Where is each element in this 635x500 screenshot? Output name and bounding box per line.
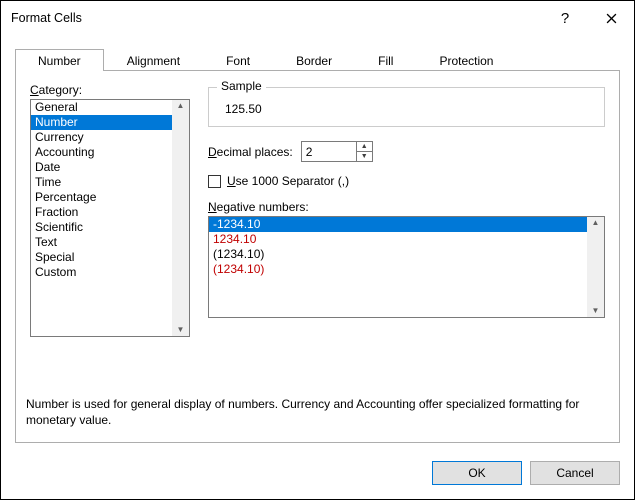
tab-protection[interactable]: Protection xyxy=(416,49,516,71)
help-button[interactable]: ? xyxy=(542,1,588,35)
scroll-up-icon: ▲ xyxy=(177,102,185,110)
category-list[interactable]: GeneralNumberCurrencyAccountingDateTimeP… xyxy=(30,99,190,337)
scroll-down-icon: ▼ xyxy=(177,326,185,334)
sample-value: 125.50 xyxy=(219,102,594,116)
tab-strip: Number Alignment Font Border Fill Protec… xyxy=(1,35,634,71)
sample-group: Sample 125.50 xyxy=(208,87,605,127)
tab-alignment[interactable]: Alignment xyxy=(104,49,203,71)
tab-font[interactable]: Font xyxy=(203,49,273,71)
decimal-places-label: Decimal places: xyxy=(208,145,293,159)
category-label: Category: xyxy=(30,83,190,97)
list-item[interactable]: Scientific xyxy=(31,220,172,235)
list-item[interactable]: Custom xyxy=(31,265,172,280)
list-item[interactable]: Currency xyxy=(31,130,172,145)
list-item[interactable]: Time xyxy=(31,175,172,190)
list-item[interactable]: Text xyxy=(31,235,172,250)
tab-border[interactable]: Border xyxy=(273,49,355,71)
use-1000-separator-checkbox[interactable]: Use 1000 Separator (,) xyxy=(208,174,605,188)
negative-numbers-list[interactable]: -1234.101234.10(1234.10)(1234.10) ▲ ▼ xyxy=(208,216,605,318)
close-button[interactable] xyxy=(588,1,634,35)
list-item[interactable]: (1234.10) xyxy=(209,247,587,262)
list-item[interactable]: 1234.10 xyxy=(209,232,587,247)
cancel-button[interactable]: Cancel xyxy=(530,461,620,485)
ok-button[interactable]: OK xyxy=(432,461,522,485)
list-item[interactable]: Fraction xyxy=(31,205,172,220)
sample-legend: Sample xyxy=(217,79,266,93)
list-item[interactable]: General xyxy=(31,100,172,115)
stepper-down-icon[interactable]: ▼ xyxy=(357,152,372,161)
tab-fill[interactable]: Fill xyxy=(355,49,416,71)
stepper-up-icon[interactable]: ▲ xyxy=(357,142,372,152)
negative-numbers-label: Negative numbers: xyxy=(208,200,605,214)
titlebar: Format Cells ? xyxy=(1,1,634,35)
category-description: Number is used for general display of nu… xyxy=(26,396,605,428)
list-item[interactable]: Special xyxy=(31,250,172,265)
list-item[interactable]: Accounting xyxy=(31,145,172,160)
list-item[interactable]: Percentage xyxy=(31,190,172,205)
decimal-places-stepper[interactable]: ▲ ▼ xyxy=(301,141,373,162)
list-item[interactable]: Date xyxy=(31,160,172,175)
checkbox-box xyxy=(208,175,221,188)
scrollbar[interactable]: ▲ ▼ xyxy=(587,217,604,317)
decimal-places-input[interactable] xyxy=(302,142,356,161)
scrollbar[interactable]: ▲ ▼ xyxy=(172,100,189,336)
list-item[interactable]: (1234.10) xyxy=(209,262,587,277)
scroll-up-icon: ▲ xyxy=(592,219,600,227)
dialog-footer: OK Cancel xyxy=(432,461,620,485)
number-panel: Category: GeneralNumberCurrencyAccountin… xyxy=(15,71,620,443)
list-item[interactable]: -1234.10 xyxy=(209,217,587,232)
window-title: Format Cells xyxy=(11,11,542,25)
close-icon xyxy=(606,13,617,24)
use-1000-separator-label: Use 1000 Separator (,) xyxy=(227,174,349,188)
tab-number[interactable]: Number xyxy=(15,49,104,71)
list-item[interactable]: Number xyxy=(31,115,172,130)
scroll-down-icon: ▼ xyxy=(592,307,600,315)
